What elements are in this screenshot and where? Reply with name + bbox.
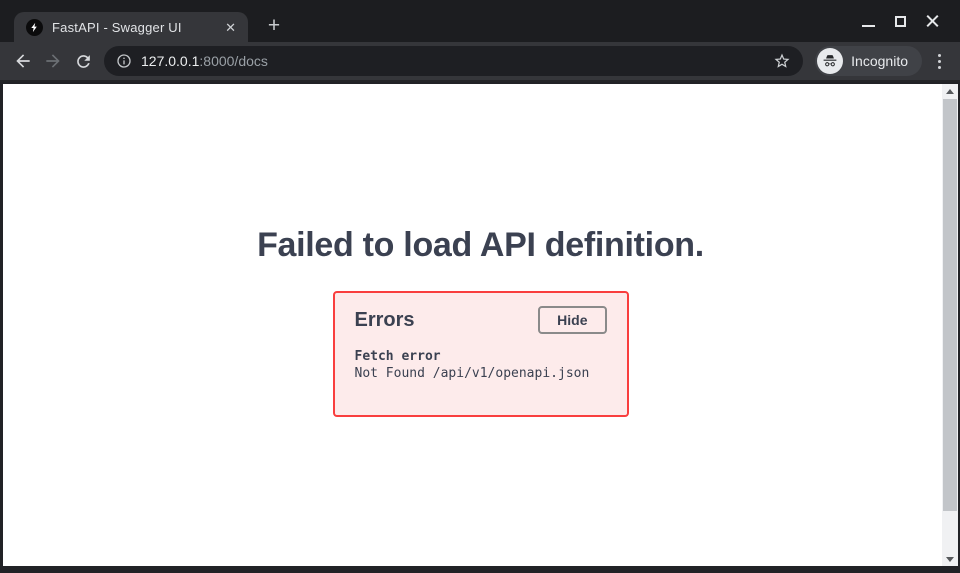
errors-panel: Errors Hide Fetch error Not Found /api/v… — [333, 291, 629, 417]
scrollbar-thumb[interactable] — [943, 99, 957, 511]
page-viewport: Failed to load API definition. Errors Hi… — [3, 84, 958, 566]
reload-icon — [74, 52, 93, 71]
errors-panel-header: Errors Hide — [355, 306, 607, 334]
page-title: Failed to load API definition. — [257, 226, 704, 265]
star-outline-icon — [773, 52, 791, 70]
maximize-icon — [895, 16, 906, 27]
tab-close-icon[interactable]: ✕ — [223, 19, 238, 36]
scroll-up-icon — [946, 89, 954, 94]
incognito-badge: Incognito — [815, 46, 922, 76]
tab-title: FastAPI - Swagger UI — [52, 20, 214, 35]
fastapi-favicon-icon — [26, 19, 43, 36]
scroll-down-button[interactable] — [942, 552, 958, 566]
back-button[interactable] — [8, 46, 38, 76]
browser-window: FastAPI - Swagger UI ✕ + 127.0.0.1:8000/… — [0, 0, 960, 573]
bookmark-star-button[interactable] — [773, 52, 791, 70]
browser-toolbar: 127.0.0.1:8000/docs Incognito — [0, 42, 960, 82]
vertical-scrollbar[interactable] — [942, 84, 958, 566]
forward-button[interactable] — [38, 46, 68, 76]
minimize-button[interactable] — [852, 0, 884, 42]
browser-tab[interactable]: FastAPI - Swagger UI ✕ — [14, 12, 248, 42]
titlebar: FastAPI - Swagger UI ✕ + — [0, 0, 960, 42]
browser-menu-button[interactable] — [926, 46, 952, 76]
error-detail: Fetch error Not Found /api/v1/openapi.js… — [355, 349, 607, 383]
swagger-ui-content: Failed to load API definition. Errors Hi… — [3, 84, 958, 417]
error-type: Fetch error — [355, 349, 607, 366]
scroll-down-icon — [946, 557, 954, 562]
new-tab-button[interactable]: + — [260, 12, 288, 40]
url-text: 127.0.0.1:8000/docs — [141, 53, 268, 69]
incognito-label: Incognito — [851, 53, 908, 69]
info-icon — [116, 53, 132, 69]
incognito-icon — [817, 48, 843, 74]
url-path: :8000/docs — [199, 53, 268, 69]
minimize-icon — [862, 25, 875, 27]
kebab-menu-icon — [938, 54, 941, 57]
back-arrow-icon — [13, 51, 33, 71]
window-controls — [852, 0, 948, 42]
maximize-button[interactable] — [884, 0, 916, 42]
forward-arrow-icon — [43, 51, 63, 71]
hide-button[interactable]: Hide — [538, 306, 606, 334]
errors-title: Errors — [355, 309, 415, 332]
url-host: 127.0.0.1 — [141, 53, 199, 69]
reload-button[interactable] — [68, 46, 98, 76]
close-button[interactable] — [916, 0, 948, 42]
scroll-up-button[interactable] — [942, 84, 958, 98]
error-message: Not Found /api/v1/openapi.json — [355, 366, 607, 383]
url-bar[interactable]: 127.0.0.1:8000/docs — [104, 46, 803, 76]
close-icon — [926, 15, 939, 28]
